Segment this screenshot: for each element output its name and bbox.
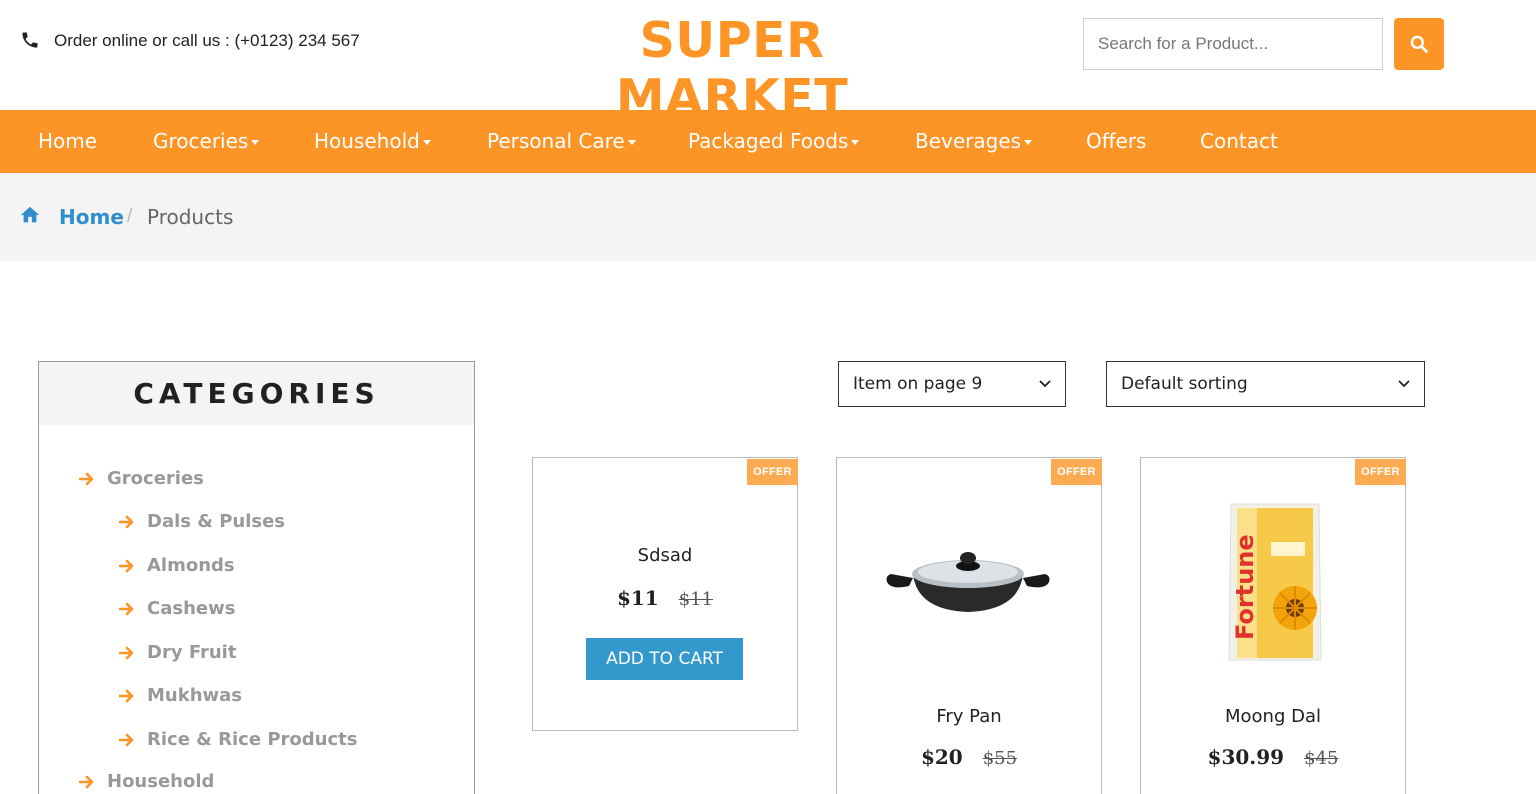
category-dry-fruit[interactable]: Dry Fruit xyxy=(119,642,236,663)
caret-down-icon xyxy=(251,139,260,145)
add-to-cart-button[interactable]: ADD TO CART xyxy=(586,638,743,680)
chevron-down-icon xyxy=(1398,380,1410,388)
categories-title: CATEGORIES xyxy=(39,362,474,425)
phone-icon xyxy=(20,30,42,52)
breadcrumb-home-link[interactable]: Home xyxy=(59,205,124,229)
fry-pan-image[interactable] xyxy=(883,538,1053,618)
contact-info: Order online or call us : (+0123) 234 56… xyxy=(20,30,360,52)
product-price: $20 xyxy=(920,745,963,769)
caret-down-icon xyxy=(422,139,431,145)
category-almonds[interactable]: Almonds xyxy=(119,555,235,576)
product-prices: $30.99 $45 xyxy=(1141,745,1405,769)
arrow-right-icon xyxy=(119,601,135,617)
category-groceries[interactable]: Groceries xyxy=(79,468,204,489)
arrow-right-icon xyxy=(119,558,135,574)
breadcrumb-current: Products xyxy=(147,205,234,229)
category-label: Mukhwas xyxy=(147,685,243,706)
arrow-right-icon xyxy=(79,471,95,487)
category-household[interactable]: Household xyxy=(79,771,214,792)
top-header: Order online or call us : (+0123) 234 56… xyxy=(0,0,1536,126)
category-label: Dry Fruit xyxy=(147,642,237,663)
product-old-price: $55 xyxy=(982,748,1018,769)
product-price: $11 xyxy=(616,586,659,610)
category-label: Dals & Pulses xyxy=(147,511,286,532)
category-label: Cashews xyxy=(147,598,236,619)
caret-down-icon xyxy=(1024,139,1033,145)
search-button[interactable] xyxy=(1394,18,1444,70)
nav-groceries[interactable]: Groceries xyxy=(153,129,260,153)
items-per-page-select[interactable]: Item on page 9 xyxy=(838,361,1066,407)
breadcrumb-separator: / xyxy=(127,206,133,227)
product-prices: $11 $11 xyxy=(533,586,797,610)
category-label: Household xyxy=(107,771,215,792)
category-label: Rice & Rice Products xyxy=(147,729,358,750)
category-rice-products[interactable]: Rice & Rice Products xyxy=(119,729,357,750)
nav-household[interactable]: Household xyxy=(314,129,431,153)
category-cashews[interactable]: Cashews xyxy=(119,598,235,619)
nav-offers[interactable]: Offers xyxy=(1086,129,1146,153)
nav-packaged-foods[interactable]: Packaged Foods xyxy=(688,129,860,153)
arrow-right-icon xyxy=(119,732,135,748)
product-prices: $20 $55 xyxy=(837,745,1101,769)
product-card[interactable]: OFFER Sdsad $11 $11 ADD TO CART xyxy=(532,457,798,731)
caret-down-icon xyxy=(851,139,860,145)
items-per-page-value: Item on page 9 xyxy=(853,374,983,394)
arrow-right-icon xyxy=(119,645,135,661)
product-name[interactable]: Sdsad xyxy=(533,545,797,566)
fortune-brand-text: Fortune xyxy=(1231,534,1259,640)
chevron-down-icon xyxy=(1039,380,1051,388)
nav-beverages[interactable]: Beverages xyxy=(915,129,1033,153)
category-label: Almonds xyxy=(147,555,235,576)
nav-personal-care[interactable]: Personal Care xyxy=(487,129,636,153)
arrow-right-icon xyxy=(119,688,135,704)
product-old-price: $11 xyxy=(678,589,714,610)
search-input[interactable] xyxy=(1083,18,1383,70)
product-price: $30.99 xyxy=(1207,745,1285,769)
search-icon xyxy=(1410,35,1428,53)
site-logo[interactable]: SUPER MARKET xyxy=(540,12,924,126)
home-icon[interactable] xyxy=(19,204,41,226)
category-label: Groceries xyxy=(107,468,204,489)
categories-sidebar: CATEGORIES Groceries Dals & Pulses Almon… xyxy=(38,361,475,794)
arrow-right-icon xyxy=(119,514,135,530)
category-mukhwas[interactable]: Mukhwas xyxy=(119,685,242,706)
main-nav: Home Groceries Household Personal Care P… xyxy=(0,110,1536,173)
call-text: Order online or call us : (+0123) 234 56… xyxy=(54,31,360,50)
product-card[interactable]: OFFER Fortune Moong Dal $30.99 $45 xyxy=(1140,457,1406,794)
breadcrumb: Home / Products xyxy=(0,173,1536,261)
offer-badge: OFFER xyxy=(1355,459,1406,485)
product-name[interactable]: Moong Dal xyxy=(1141,706,1405,727)
product-name[interactable]: Fry Pan xyxy=(837,706,1101,727)
nav-contact[interactable]: Contact xyxy=(1200,129,1278,153)
offer-badge: OFFER xyxy=(747,459,798,485)
nav-home[interactable]: Home xyxy=(38,129,97,153)
product-card[interactable]: OFFER Fry Pan $20 $55 xyxy=(836,457,1102,794)
sorting-select[interactable]: Default sorting xyxy=(1106,361,1425,407)
offer-badge: OFFER xyxy=(1051,459,1102,485)
caret-down-icon xyxy=(627,139,636,145)
product-old-price: $45 xyxy=(1304,748,1339,769)
category-dals-pulses[interactable]: Dals & Pulses xyxy=(119,511,285,532)
sorting-value: Default sorting xyxy=(1121,374,1248,394)
fortune-oil-pack-image[interactable]: Fortune xyxy=(1225,500,1325,666)
arrow-right-icon xyxy=(79,774,95,790)
